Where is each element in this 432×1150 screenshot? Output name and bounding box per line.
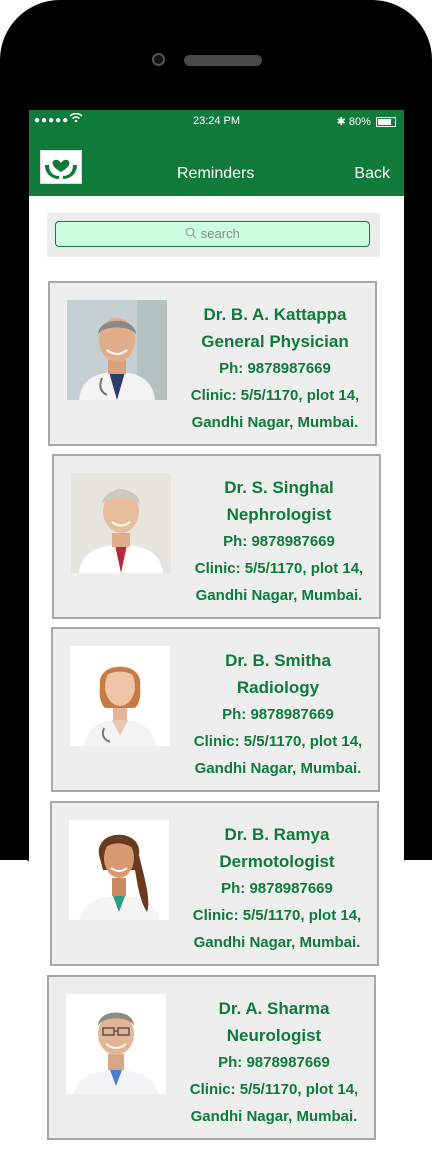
app-screen: ●●●●● 23:24 PM ✱ 80% Reminders Back sear…: [29, 110, 404, 1150]
doctor-photo: [69, 820, 169, 920]
doctor-name: Dr. B. Ramya: [224, 825, 330, 844]
doctor-photo: [67, 300, 167, 400]
doctor-info: Dr. S. Singhal Nephrologist Ph: 98789876…: [179, 474, 379, 609]
doctor-clinic-line1: Clinic: 5/5/1170, plot 14,: [194, 560, 364, 577]
doctor-info: Dr. A. Sharma Neurologist Ph: 9878987669…: [174, 995, 374, 1130]
doctor-clinic-line2: Gandhi Nagar, Mumbai.: [190, 1108, 358, 1125]
doctor-phone: Ph: 9878987669: [218, 1054, 330, 1071]
search-input[interactable]: search: [55, 221, 370, 247]
back-button[interactable]: Back: [354, 165, 390, 183]
doctor-name: Dr. B. Smitha: [225, 651, 331, 670]
doctor-clinic-line1: Clinic: 5/5/1170, plot 14,: [189, 1081, 359, 1098]
doctor-clinic-line2: Gandhi Nagar, Mumbai.: [194, 760, 362, 777]
page-title: Reminders: [177, 165, 255, 182]
doctor-name: Dr. S. Singhal: [224, 478, 334, 497]
doctor-info: Dr. B. A. Kattappa General Physician Ph:…: [175, 301, 375, 436]
battery-icon: [376, 117, 396, 128]
nav-bar: Reminders Back: [29, 134, 404, 196]
doctor-clinic-line2: Gandhi Nagar, Mumbai.: [193, 934, 361, 951]
doctor-card[interactable]: Dr. S. Singhal Nephrologist Ph: 98789876…: [52, 454, 381, 619]
doctor-photo: [71, 473, 171, 573]
search-container: search: [47, 213, 380, 257]
doctor-specialty: Radiology: [236, 678, 320, 697]
doctor-photo: [66, 994, 166, 1094]
doctor-clinic-line2: Gandhi Nagar, Mumbai.: [195, 587, 363, 604]
doctor-clinic-line2: Gandhi Nagar, Mumbai.: [191, 414, 359, 431]
status-right: ✱ 80%: [337, 115, 396, 128]
doctor-specialty: General Physician: [201, 332, 349, 351]
doctor-specialty: Neurologist: [226, 1026, 322, 1045]
doctor-info: Dr. B. Ramya Dermotologist Ph: 987898766…: [177, 821, 377, 956]
doctor-name: Dr. B. A. Kattappa: [203, 305, 347, 324]
status-bar: ●●●●● 23:24 PM ✱ 80%: [29, 110, 404, 134]
doctor-info: Dr. B. Smitha Radiology Ph: 9878987669 C…: [178, 647, 378, 782]
doctor-card[interactable]: Dr. A. Sharma Neurologist Ph: 9878987669…: [47, 975, 376, 1140]
search-icon: [185, 226, 201, 241]
search-placeholder: search: [200, 226, 240, 241]
doctor-card[interactable]: Dr. B. Smitha Radiology Ph: 9878987669 C…: [51, 627, 380, 792]
doctor-clinic-line1: Clinic: 5/5/1170, plot 14,: [190, 387, 360, 404]
doctor-name: Dr. A. Sharma: [218, 999, 330, 1018]
app-logo-icon: [40, 150, 82, 184]
doctor-specialty: Nephrologist: [226, 505, 332, 524]
speaker-grille: [184, 55, 262, 66]
battery-percent: 80%: [348, 116, 371, 128]
doctor-card[interactable]: Dr. B. Ramya Dermotologist Ph: 987898766…: [50, 801, 379, 966]
doctor-phone: Ph: 9878987669: [221, 880, 333, 897]
doctor-photo: [70, 646, 170, 746]
doctor-phone: Ph: 9878987669: [219, 360, 331, 377]
doctor-card[interactable]: Dr. B. A. Kattappa General Physician Ph:…: [48, 281, 377, 446]
doctor-clinic-line1: Clinic: 5/5/1170, plot 14,: [193, 733, 363, 750]
doctor-specialty: Dermotologist: [219, 852, 335, 871]
doctor-clinic-line1: Clinic: 5/5/1170, plot 14,: [192, 907, 362, 924]
doctor-phone: Ph: 9878987669: [223, 533, 335, 550]
camera-icon: [152, 53, 165, 66]
bluetooth-icon: ✱: [336, 116, 346, 128]
doctor-phone: Ph: 9878987669: [222, 706, 334, 723]
